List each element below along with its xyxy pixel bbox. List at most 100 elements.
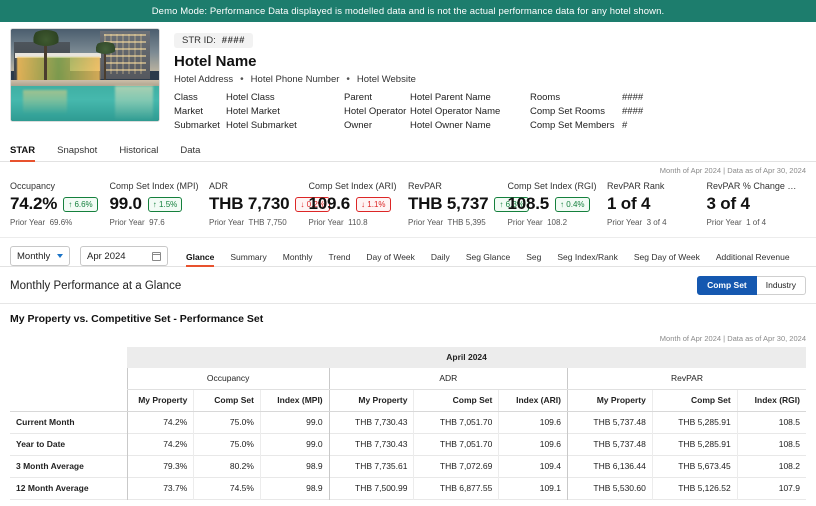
- kpi-delta-value: 1.5%: [159, 199, 178, 209]
- separator-dot-icon: •: [240, 73, 244, 85]
- subheader-revpar-my-property: My Property: [567, 389, 653, 412]
- cell-revpar-my-property: THB 6,136.44: [567, 455, 653, 478]
- kpi-delta-badge: ↑ 0.4%: [555, 196, 590, 212]
- kpi-prior: Prior Year 3 of 4: [607, 218, 701, 227]
- subtab-summary[interactable]: Summary: [222, 252, 274, 266]
- kpi-label: ADR: [209, 181, 229, 191]
- cell-occ-comp-set: 80.2%: [193, 455, 261, 478]
- subtab-seg-glance[interactable]: Seg Glance: [458, 252, 518, 266]
- period-date-input[interactable]: Apr 2024: [80, 246, 168, 266]
- frequency-select[interactable]: Monthly: [10, 246, 70, 266]
- hotel-phone: Hotel Phone Number: [250, 74, 340, 85]
- empty-corner-cell: [10, 347, 128, 368]
- row-label: 3 Month Average: [16, 461, 84, 471]
- calendar-icon: [152, 251, 161, 261]
- attr-value: ####: [622, 106, 644, 117]
- kpi-prior-value: 110.8: [348, 218, 368, 227]
- chevron-down-icon: [57, 254, 63, 258]
- subheader-revpar-index-rgi: Index (RGI): [736, 389, 806, 412]
- kpi-prior: Prior Year THB 7,750: [209, 218, 303, 227]
- table-subheader-row: My Property Comp Set Index (MPI) My Prop…: [10, 389, 806, 412]
- subheader-occ-index-mpi: Index (MPI): [259, 389, 330, 412]
- cell-revpar-my-property: THB 5,530.60: [567, 477, 653, 500]
- subtab-label: Seg Glance: [465, 252, 511, 262]
- performance-section: My Property vs. Competitive Set - Perfor…: [0, 304, 816, 500]
- report-subtabs: Glance Summary Monthly Trend Day of Week…: [178, 246, 806, 267]
- tab-star[interactable]: STAR: [10, 145, 46, 162]
- attr-label: Rooms: [530, 92, 561, 103]
- str-id-value: ####: [221, 35, 245, 46]
- kpi-prior-label: Prior Year: [209, 218, 245, 227]
- cell-adr-index: 109.1: [498, 477, 568, 500]
- kpi-prior-label: Prior Year: [10, 218, 46, 227]
- subtab-day-of-week[interactable]: Day of Week: [358, 252, 423, 266]
- frequency-select-value: Monthly: [17, 250, 51, 262]
- subtab-label: Glance: [186, 252, 215, 262]
- tab-data[interactable]: Data: [169, 146, 211, 161]
- subtab-monthly[interactable]: Monthly: [275, 252, 321, 266]
- attr-label: Market: [174, 106, 204, 117]
- subtab-label: Seg: [526, 252, 542, 262]
- empty-corner-cell: [10, 389, 128, 412]
- kpi-adr: ADR THB 7,730 ↓ 0.2% Prior Year THB 7,75…: [209, 181, 330, 227]
- kpi-row: Occupancy 74.2% ↑ 6.6% Prior Year 69.6% …: [10, 181, 806, 227]
- kpi-label: Occupancy: [10, 181, 56, 191]
- kpi-value: 108.5: [507, 194, 550, 213]
- toggle-industry[interactable]: Industry: [756, 276, 806, 295]
- attr-value: Hotel Owner Name: [410, 120, 491, 131]
- toggle-label: Industry: [765, 280, 796, 290]
- attr-value: Hotel Operator Name: [410, 106, 501, 117]
- controls-row: Monthly Apr 2024 Glance Summary Monthly …: [0, 238, 816, 267]
- subtab-seg-day-of-week[interactable]: Seg Day of Week: [626, 252, 708, 266]
- attr-label: Comp Set Rooms: [530, 106, 605, 117]
- kpi-label: Comp Set Index (RGI): [507, 181, 597, 191]
- kpi-revpar: RevPAR THB 5,737 ↑ 6.3% Prior Year THB 5…: [408, 181, 529, 227]
- kpi-revpar-pct-change-rank: RevPAR % Change … 3 of 4 Prior Year 1 of…: [707, 181, 807, 227]
- kpi-prior-label: Prior Year: [507, 218, 543, 227]
- subtab-label: Seg Day of Week: [633, 252, 700, 262]
- subtab-label: Trend: [328, 252, 351, 262]
- kpi-value: 99.0: [109, 194, 142, 213]
- cell-revpar-comp-set: THB 5,285.91: [651, 411, 738, 434]
- attr-label: Comp Set Members: [530, 120, 615, 131]
- subtab-seg[interactable]: Seg: [518, 252, 549, 266]
- subtab-daily[interactable]: Daily: [423, 252, 458, 266]
- subtab-additional-revenue[interactable]: Additional Revenue: [708, 252, 798, 266]
- kpi-prior: Prior Year 108.2: [508, 218, 602, 227]
- subtab-trend[interactable]: Trend: [321, 252, 359, 266]
- subtab-label: Day of Week: [366, 252, 415, 262]
- table-group-header-row: Occupancy ADR RevPAR: [10, 368, 806, 390]
- cell-adr-my-property: THB 7,730.43: [328, 411, 414, 434]
- kpi-prior-label: Prior Year: [109, 218, 145, 227]
- subheader-revpar-comp-set: Comp Set: [651, 389, 738, 412]
- toggle-comp-set[interactable]: Comp Set: [697, 276, 757, 295]
- kpi-prior-value: THB 5,395: [447, 218, 486, 227]
- kpi-prior: Prior Year 97.6: [110, 218, 204, 227]
- tab-label: Historical: [119, 145, 159, 156]
- row-label: Year to Date: [16, 439, 66, 449]
- cell-occ-comp-set: 74.5%: [193, 477, 261, 500]
- tab-snapshot[interactable]: Snapshot: [46, 146, 108, 161]
- str-id-badge: STR ID: ####: [174, 33, 253, 48]
- cell-revpar-index: 108.5: [736, 433, 806, 456]
- cell-revpar-index: 108.2: [736, 455, 806, 478]
- subtab-seg-index-rank[interactable]: Seg Index/Rank: [549, 252, 625, 266]
- subtab-label: Monthly: [282, 252, 313, 262]
- subtab-glance[interactable]: Glance: [178, 252, 222, 267]
- cell-occ-my-property: 79.3%: [126, 455, 194, 478]
- attr-label: Owner: [344, 120, 372, 131]
- tab-historical[interactable]: Historical: [108, 146, 169, 161]
- str-id-label: STR ID:: [182, 35, 216, 46]
- kpi-prior-value: THB 7,750: [248, 218, 287, 227]
- kpi-label: RevPAR % Change …: [706, 181, 797, 191]
- cell-adr-comp-set: THB 7,051.70: [413, 411, 499, 434]
- subheader-occ-comp-set: Comp Set: [193, 389, 261, 412]
- subtab-label: Seg Index/Rank: [557, 252, 618, 262]
- hotel-name: Hotel Name: [174, 53, 257, 70]
- tab-label: STAR: [10, 145, 36, 156]
- cell-revpar-index: 108.5: [736, 411, 806, 434]
- kpi-prior-value: 108.2: [547, 218, 568, 227]
- row-label: 12 Month Average: [16, 483, 89, 493]
- table-period-header-row: April 2024: [10, 347, 806, 368]
- kpi-prior: Prior Year 1 of 4: [707, 218, 801, 227]
